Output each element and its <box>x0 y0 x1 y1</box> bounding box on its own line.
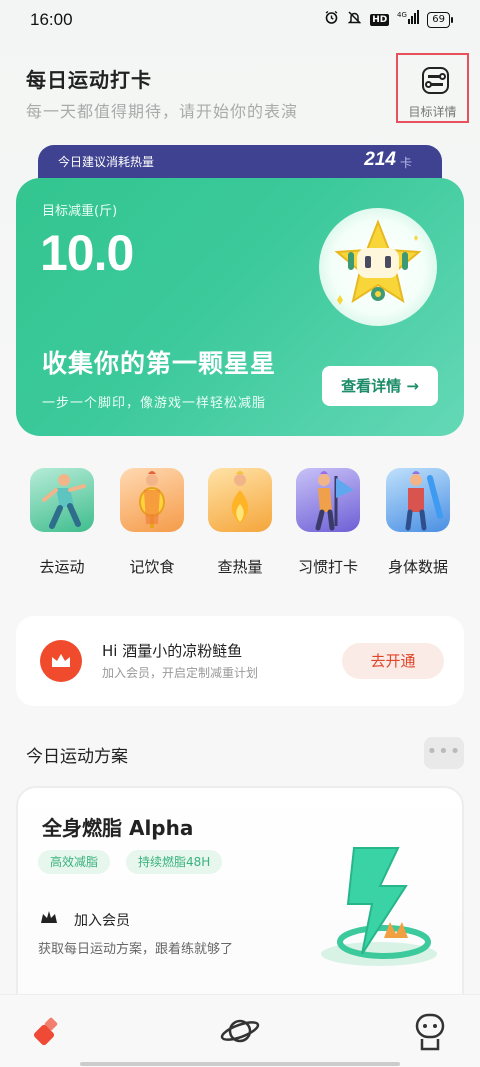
plan-section-title: 今日运动方案 <box>26 747 128 767</box>
plan-tag: 持续燃脂48H <box>126 850 223 874</box>
weight-goal-label: 目标减重(斤) <box>42 204 118 219</box>
battery-icon: 69 <box>427 11 453 28</box>
page-subtitle: 每一天都值得期待，请开始你的表演 <box>26 102 299 121</box>
home-tab-icon[interactable] <box>28 1009 72 1053</box>
mute-icon <box>347 10 362 29</box>
collect-star-headline: 收集你的第一颗星星 <box>42 349 277 378</box>
activate-membership-button[interactable]: 去开通 <box>342 643 444 679</box>
plan-tag: 高效减脂 <box>38 850 111 874</box>
shortcut-diet-label: 记饮食 <box>129 558 175 576</box>
collect-star-subline: 一步一个脚印，像游戏一样轻松减脂 <box>42 396 267 411</box>
weight-goal-value: 10.0 <box>40 225 134 281</box>
habit-illustration-icon <box>296 468 360 532</box>
shortcut-habit[interactable]: 习惯打卡 <box>286 452 366 582</box>
join-member-desc: 获取每日运动方案，跟着练就够了 <box>38 942 234 957</box>
explore-planet-icon[interactable] <box>218 1009 262 1053</box>
shortcut-body-data-label: 身体数据 <box>387 558 448 576</box>
signal-4g-icon: 4G <box>397 10 420 29</box>
join-member-title: 加入会员 <box>74 913 130 929</box>
bottom-tab-bar <box>0 994 480 1067</box>
weight-goal-card[interactable]: 目标减重(斤) 10.0 收集你的第一颗星星 一步一个脚印，像游戏一样轻松减脂 … <box>16 178 464 436</box>
settings-slider-icon <box>422 67 449 94</box>
member-crown-icon <box>40 910 58 928</box>
shortcut-grid: 去运动 记饮食 查热量 习惯打卡 身体数据 <box>0 452 480 582</box>
member-desc: 加入会员，开启定制减重计划 <box>102 666 259 680</box>
shortcut-calorie-label: 查热量 <box>217 558 263 576</box>
page-title: 每日运动打卡 <box>26 68 152 92</box>
crown-icon <box>40 640 82 682</box>
view-details-button[interactable]: 查看详情 → <box>322 366 438 406</box>
status-time: 16:00 <box>30 10 73 29</box>
calorie-illustration-icon <box>208 468 272 532</box>
shortcut-body-data[interactable]: 身体数据 <box>376 452 456 582</box>
member-greeting: Hi 酒量小的凉粉鲢鱼 <box>102 642 243 660</box>
shortcut-exercise-label: 去运动 <box>39 558 85 576</box>
goal-details-button[interactable]: 目标详情 <box>396 53 469 123</box>
svg-text:4G: 4G <box>397 11 407 19</box>
status-bar: 16:00 HD 4G 69 <box>0 0 480 40</box>
hd-badge: HD <box>370 13 390 26</box>
more-options-button[interactable]: ••• <box>424 737 464 769</box>
body-data-illustration-icon <box>386 468 450 532</box>
shortcut-habit-label: 习惯打卡 <box>297 558 358 576</box>
profile-robot-icon[interactable] <box>408 1009 452 1053</box>
alarm-icon <box>324 10 339 29</box>
calorie-label: 今日建议消耗热量 <box>58 155 155 169</box>
calorie-value: 214 <box>364 149 396 170</box>
membership-card[interactable]: Hi 酒量小的凉粉鲢鱼 加入会员，开启定制减重计划 去开通 <box>16 616 464 706</box>
shortcut-diet[interactable]: 记饮食 <box>110 452 190 582</box>
diet-illustration-icon <box>120 468 184 532</box>
goal-details-label: 目标详情 <box>408 105 457 119</box>
exercise-illustration-icon <box>30 468 94 532</box>
plan-name: 全身燃脂 Alpha <box>42 816 194 840</box>
workout-plan-card[interactable]: 全身燃脂 Alpha 高效减脂 持续燃脂48H 加入会员 获取每日运动方案，跟着… <box>16 786 464 1016</box>
star-mascot-icon <box>319 208 437 326</box>
shortcut-calorie[interactable]: 查热量 <box>198 452 278 582</box>
calorie-unit: 卡 <box>399 156 412 170</box>
shortcut-exercise[interactable]: 去运动 <box>20 452 100 582</box>
lightning-bolt-icon <box>314 842 444 972</box>
status-icons: HD 4G 69 <box>324 10 453 29</box>
home-indicator <box>80 1062 400 1066</box>
